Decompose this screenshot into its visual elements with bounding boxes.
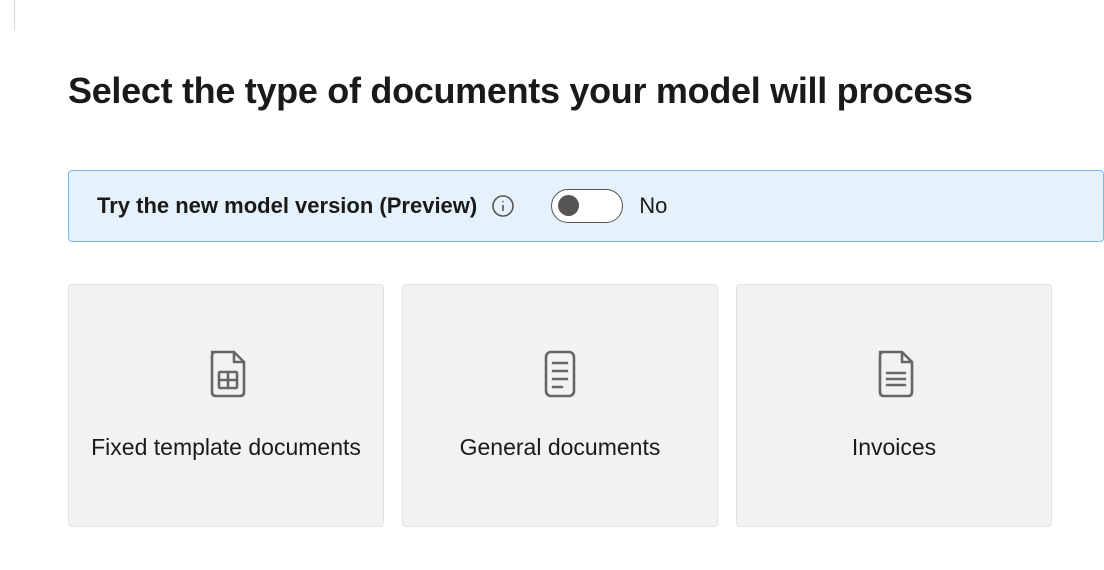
card-fixed-template[interactable]: Fixed template documents bbox=[68, 284, 384, 527]
card-general-documents[interactable]: General documents bbox=[402, 284, 718, 527]
preview-toggle[interactable] bbox=[551, 189, 623, 223]
document-list-icon bbox=[538, 348, 582, 400]
card-label: Fixed template documents bbox=[91, 432, 361, 463]
card-label: General documents bbox=[460, 432, 661, 463]
info-icon[interactable] bbox=[491, 194, 515, 218]
document-table-icon bbox=[204, 348, 248, 400]
card-label: Invoices bbox=[852, 432, 936, 463]
divider bbox=[14, 0, 15, 30]
preview-toggle-group: No bbox=[551, 189, 667, 223]
toggle-state-label: No bbox=[639, 193, 667, 219]
preview-notice-bar: Try the new model version (Preview) No bbox=[68, 170, 1104, 242]
page-title: Select the type of documents your model … bbox=[68, 70, 1104, 112]
toggle-knob bbox=[558, 195, 579, 216]
document-invoice-icon bbox=[872, 348, 916, 400]
preview-notice-label: Try the new model version (Preview) bbox=[97, 193, 477, 219]
document-type-cards: Fixed template documents General documen… bbox=[68, 284, 1104, 527]
card-invoices[interactable]: Invoices bbox=[736, 284, 1052, 527]
main-content: Select the type of documents your model … bbox=[0, 0, 1104, 527]
